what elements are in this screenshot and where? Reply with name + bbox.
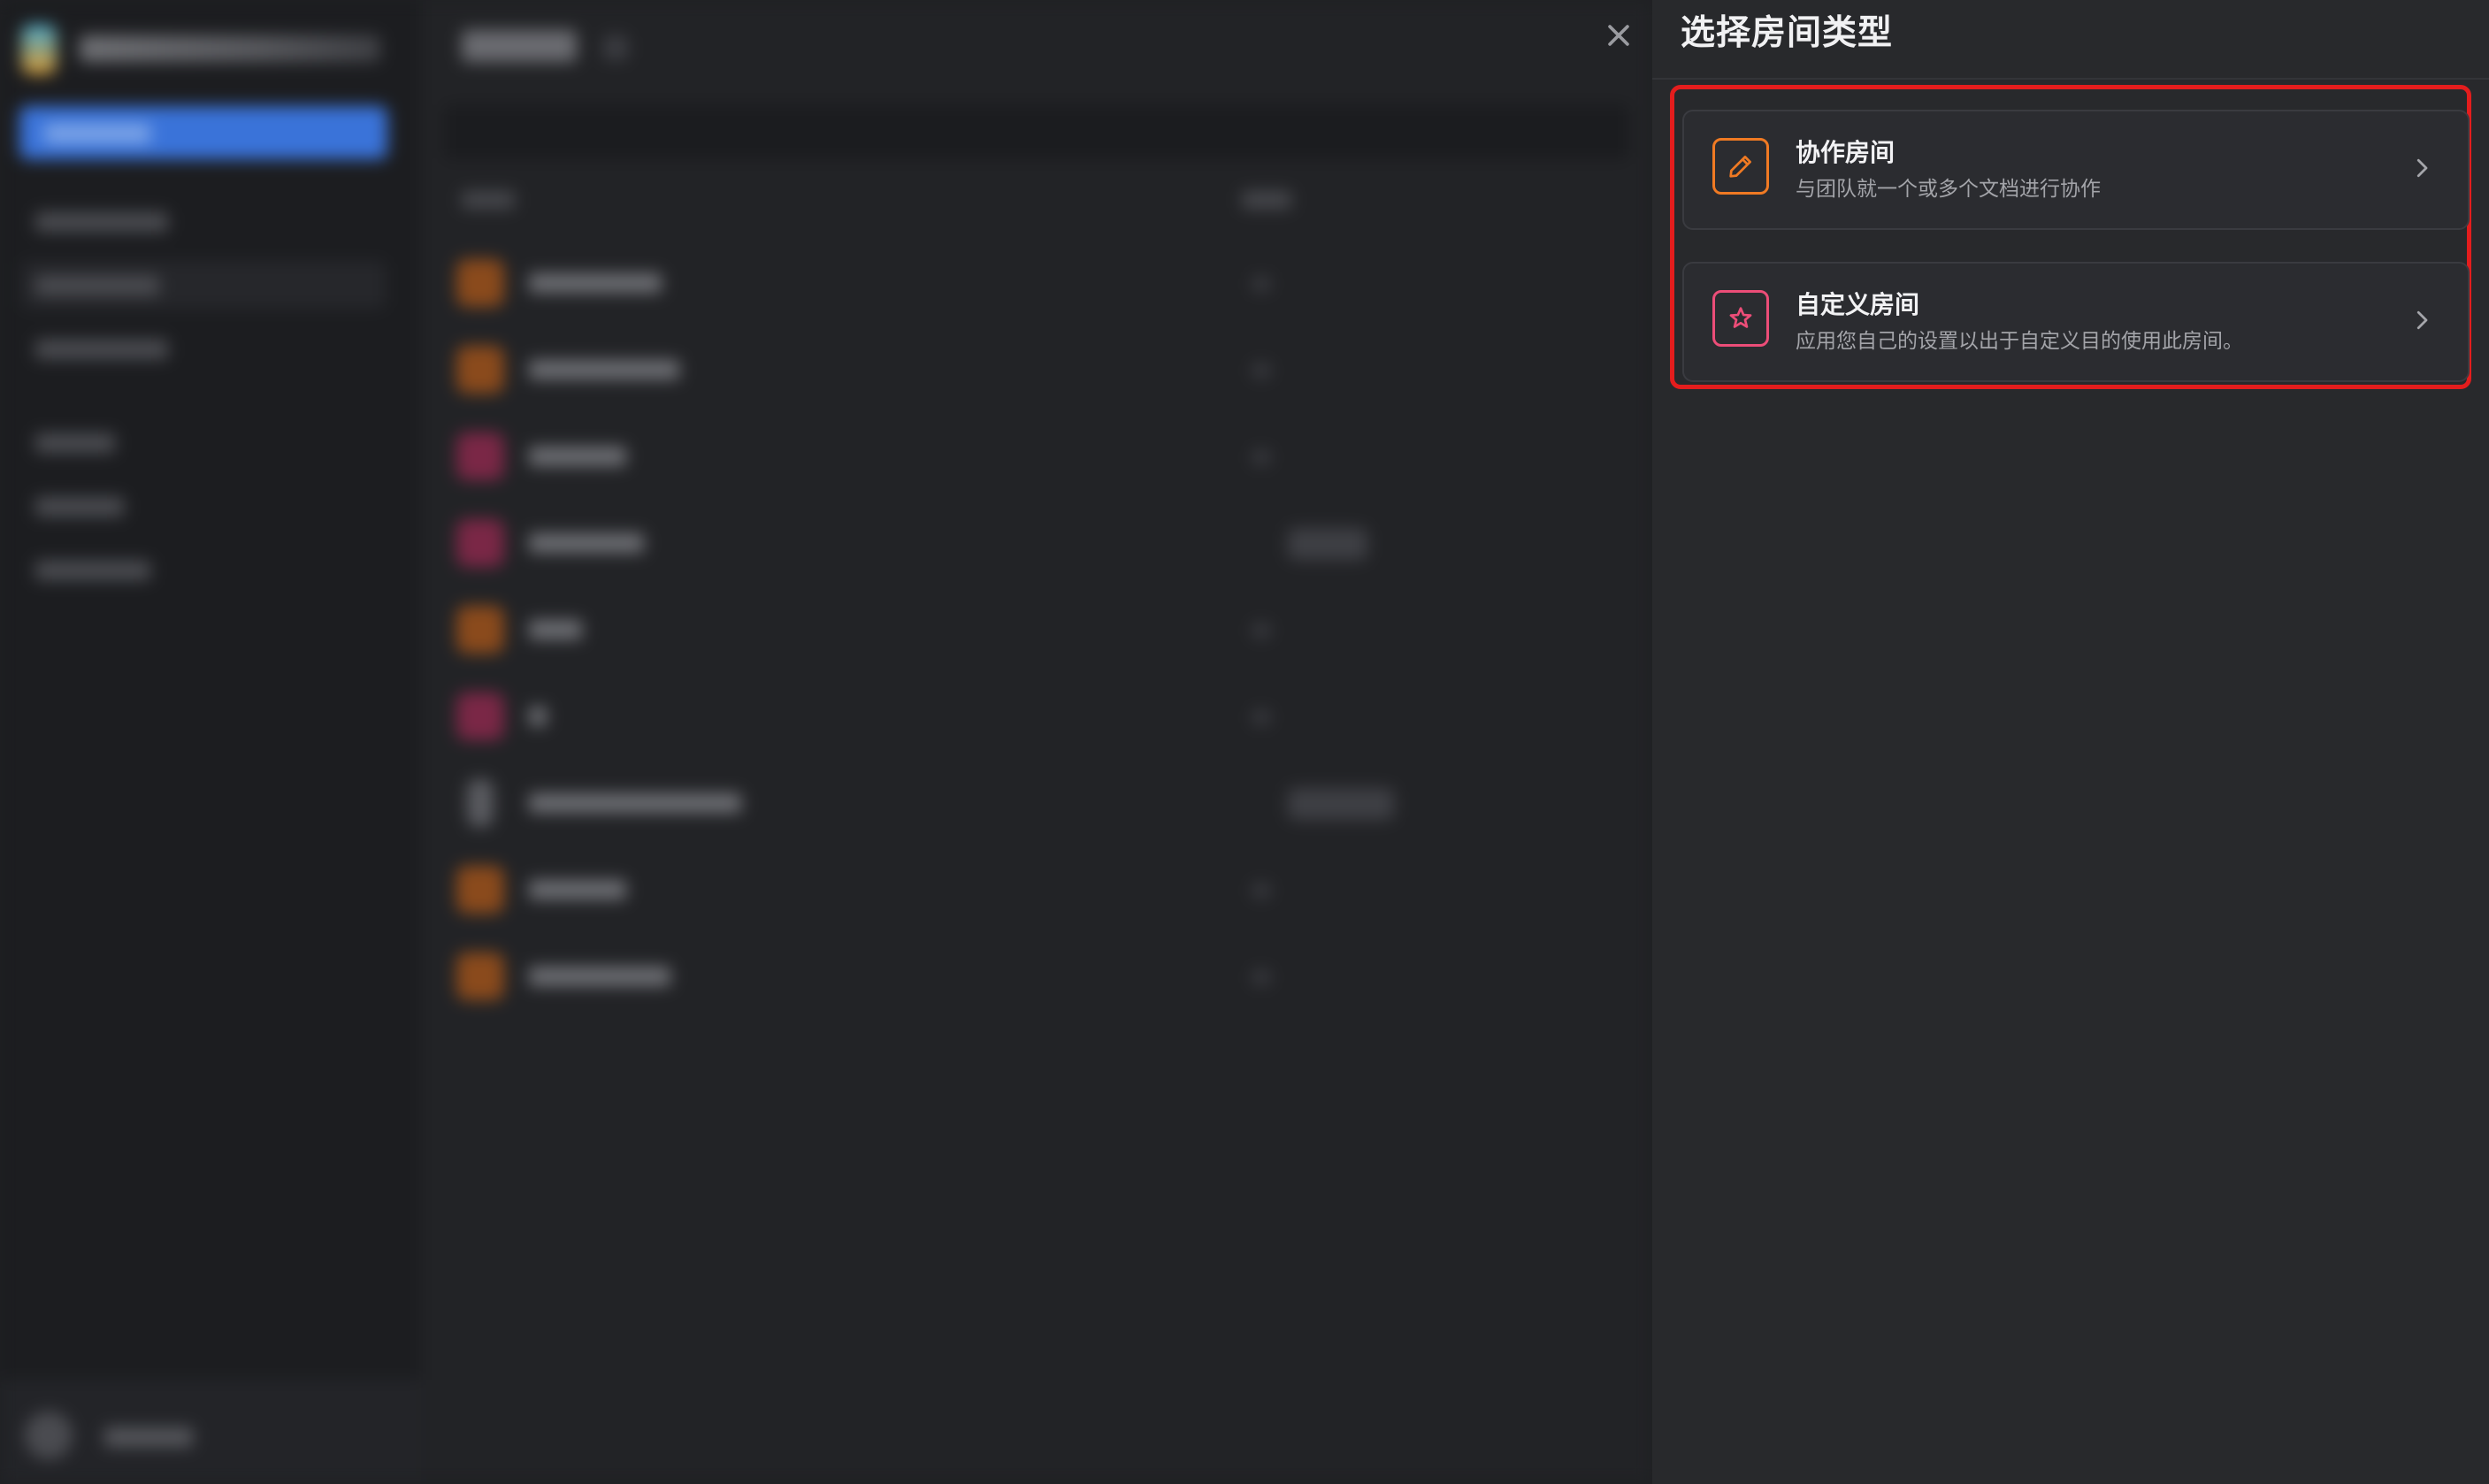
pencil-icon [1729, 156, 1751, 178]
custom-room-option[interactable]: 自定义房间 应用您自己的设置以出于自定义目的使用此房间。 [1682, 262, 2470, 382]
collaboration-room-option[interactable]: 协作房间 与团队就一个或多个文档进行协作 [1682, 110, 2470, 230]
background-table-row [456, 252, 1624, 309]
chevron-right-icon [2402, 301, 2441, 340]
custom-room-description: 应用您自己的设置以出于自定义目的使用此房间。 [1796, 330, 2243, 353]
collaboration-room-icon [1712, 138, 1769, 195]
background-nav-item [35, 561, 150, 580]
custom-room-title: 自定义房间 [1796, 290, 1920, 319]
background-sidebar [0, 0, 421, 1484]
background-nav-item [35, 497, 124, 516]
background-nav-item [35, 212, 168, 232]
background-table-row [456, 859, 1624, 915]
background-table-row [456, 512, 1624, 569]
collaboration-room-title: 协作房间 [1796, 138, 1895, 167]
panel-title: 选择房间类型 [1681, 13, 1894, 53]
background-table-row [456, 425, 1624, 482]
room-type-panel: 选择房间类型 协作房间 与团队就一个或多个文档进行协作 自定义房间 应用您自己的… [1652, 0, 2489, 1484]
chevron-right-icon [2402, 149, 2441, 187]
close-icon [1608, 25, 1629, 46]
background-nav-item [35, 433, 115, 453]
custom-room-icon [1712, 290, 1769, 347]
blurred-background-app [0, 0, 1652, 1484]
background-logo [21, 25, 57, 74]
background-nav-item [35, 340, 168, 359]
background-table-row [456, 339, 1624, 395]
background-main-content [421, 0, 1652, 1484]
panel-header: 选择房间类型 [1652, 0, 2489, 80]
background-toolbar [444, 104, 1629, 159]
background-table-row [456, 772, 1624, 829]
close-panel-button[interactable] [1596, 12, 1642, 58]
background-avatar [25, 1411, 73, 1459]
star-icon [1729, 307, 1752, 328]
background-table-row [456, 599, 1624, 655]
app-window: 选择房间类型 协作房间 与团队就一个或多个文档进行协作 自定义房间 应用您自己的… [0, 0, 2489, 1484]
background-nav-item [35, 276, 159, 295]
background-page-title [462, 30, 577, 62]
background-table-row [456, 685, 1624, 742]
background-table-row [456, 945, 1624, 1002]
collaboration-room-description: 与团队就一个或多个文档进行协作 [1796, 178, 2101, 201]
